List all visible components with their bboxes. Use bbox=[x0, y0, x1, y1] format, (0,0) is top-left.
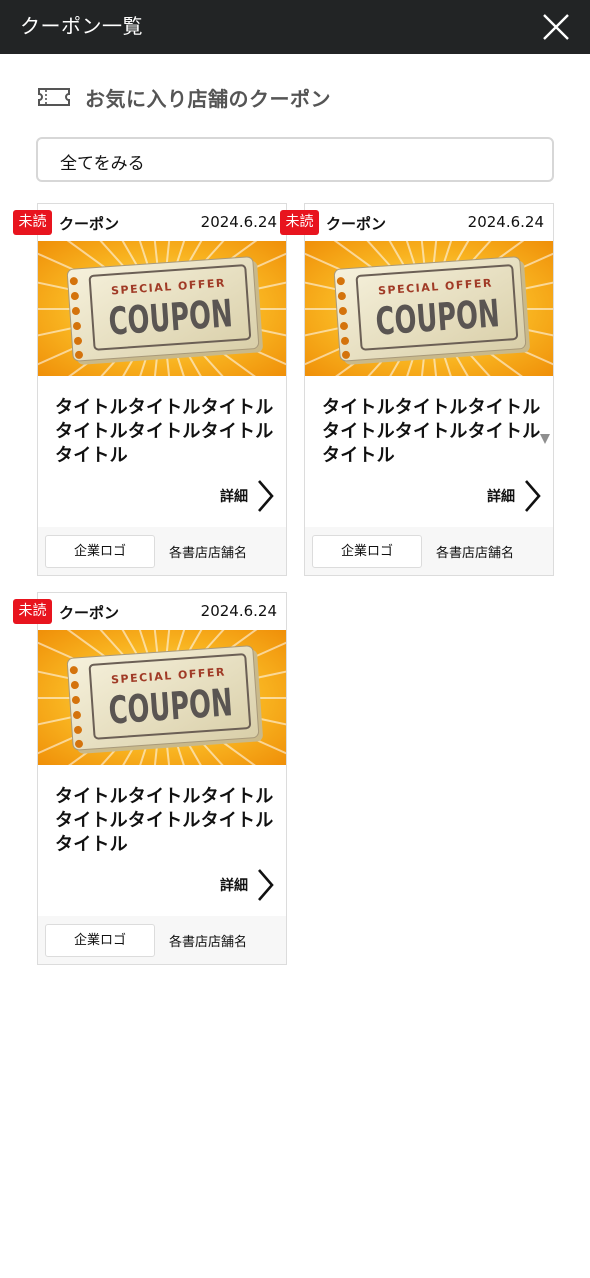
coupon-date: 2024.6.24 bbox=[200, 602, 277, 620]
coupon-title[interactable]: タイトルタイトルタイトル タイトルタイトルタイトル タイトル bbox=[55, 785, 275, 857]
coupon-footer: 企業ロゴ 各書店店舗名 bbox=[38, 916, 286, 964]
unread-badge: 未読 bbox=[13, 210, 52, 235]
coupon-footer: 企業ロゴ 各書店店舗名 bbox=[38, 527, 286, 575]
chevron-right-icon bbox=[258, 869, 274, 901]
coupon-illustration: SPECIAL OFFER COUPON bbox=[38, 630, 286, 765]
coupon-title-line: タイトルタイトルタイトル bbox=[55, 810, 274, 831]
page-title: クーポン一覧 bbox=[20, 14, 143, 38]
coupon-card[interactable]: 未読 クーポン 2024.6.24 SPECIAL OFFER COUPON タ… bbox=[13, 592, 287, 965]
svg-text:COUPON: COUPON bbox=[374, 291, 501, 344]
coupon-title-line: タイトルタイトルタイトル bbox=[55, 397, 274, 418]
detail-link[interactable]: 詳細 bbox=[220, 479, 274, 513]
coupon-type: クーポン bbox=[59, 215, 120, 233]
detail-link[interactable]: 詳細 bbox=[220, 868, 274, 902]
detail-label: 詳細 bbox=[220, 489, 248, 505]
section-header: お気に入り店舗のクーポン bbox=[37, 82, 331, 112]
coupon-date: 2024.6.24 bbox=[467, 213, 544, 231]
coupon-title[interactable]: タイトルタイトルタイトル タイトルタイトルタイトル タイトル bbox=[55, 396, 275, 468]
detail-label: 詳細 bbox=[487, 489, 515, 505]
scroll-down-indicator-icon bbox=[540, 434, 550, 444]
top-bar: クーポン一覧 bbox=[0, 0, 590, 54]
coupon-title-line: タイトル bbox=[55, 834, 128, 855]
coupon-footer: 企業ロゴ 各書店店舗名 bbox=[305, 527, 553, 575]
coupon-image[interactable]: SPECIAL OFFER COUPON bbox=[305, 241, 553, 376]
coupon-date: 2024.6.24 bbox=[200, 213, 277, 231]
detail-label: 詳細 bbox=[220, 878, 248, 894]
coupon-card[interactable]: 未読 クーポン 2024.6.24 SPECIAL OFFER COUPON タ… bbox=[280, 203, 554, 576]
close-icon[interactable] bbox=[542, 13, 570, 41]
unread-badge: 未読 bbox=[280, 210, 319, 235]
coupon-card[interactable]: 未読 クーポン 2024.6.24 SPECIAL OFFER COUPON タ… bbox=[13, 203, 287, 576]
unread-badge: 未読 bbox=[13, 599, 52, 624]
shop-name: 各書店店舗名 bbox=[436, 546, 515, 561]
coupon-image[interactable]: SPECIAL OFFER COUPON bbox=[38, 241, 286, 376]
coupon-title-line: タイトルタイトルタイトル bbox=[55, 786, 274, 807]
coupon-title[interactable]: タイトルタイトルタイトル タイトルタイトルタイトル タイトル bbox=[322, 396, 542, 468]
chevron-right-icon bbox=[525, 480, 541, 512]
company-logo: 企業ロゴ bbox=[45, 535, 155, 568]
coupon-header: 未読 クーポン 2024.6.24 bbox=[280, 204, 553, 241]
view-all-button[interactable]: 全てをみる bbox=[36, 137, 554, 182]
coupon-title-line: タイトル bbox=[322, 445, 395, 466]
ticket-icon bbox=[38, 88, 70, 106]
coupon-title-line: タイトル bbox=[55, 445, 128, 466]
coupon-image[interactable]: SPECIAL OFFER COUPON bbox=[38, 630, 286, 765]
coupon-type: クーポン bbox=[59, 604, 120, 622]
shop-name: 各書店店舗名 bbox=[169, 546, 248, 561]
coupon-title-line: タイトルタイトルタイトル bbox=[55, 421, 274, 442]
coupon-header: 未読 クーポン 2024.6.24 bbox=[13, 593, 286, 630]
coupon-title-line: タイトルタイトルタイトル bbox=[322, 421, 541, 442]
detail-link[interactable]: 詳細 bbox=[487, 479, 541, 513]
shop-name: 各書店店舗名 bbox=[169, 935, 248, 950]
coupon-type: クーポン bbox=[326, 215, 387, 233]
coupon-header: 未読 クーポン 2024.6.24 bbox=[13, 204, 286, 241]
coupon-illustration: SPECIAL OFFER COUPON bbox=[305, 241, 553, 376]
svg-text:COUPON: COUPON bbox=[107, 680, 234, 733]
company-logo: 企業ロゴ bbox=[45, 924, 155, 957]
company-logo: 企業ロゴ bbox=[312, 535, 422, 568]
coupon-illustration: SPECIAL OFFER COUPON bbox=[38, 241, 286, 376]
coupon-title-line: タイトルタイトルタイトル bbox=[322, 397, 541, 418]
svg-text:COUPON: COUPON bbox=[107, 291, 234, 344]
chevron-right-icon bbox=[258, 480, 274, 512]
view-all-label: 全てをみる bbox=[60, 154, 145, 174]
section-title: お気に入り店舗のクーポン bbox=[85, 86, 331, 111]
